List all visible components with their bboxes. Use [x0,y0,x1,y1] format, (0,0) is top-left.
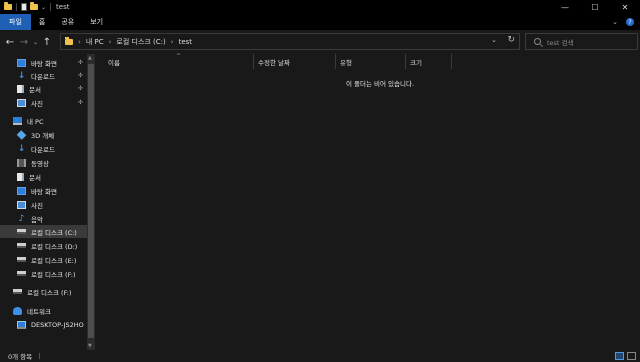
search-icon [534,38,541,45]
column-divider[interactable] [253,54,254,69]
recent-locations-button[interactable]: ⌄ [31,35,40,49]
breadcrumb-local-disk-c[interactable]: 로컬 디스크 (C:) [116,37,165,47]
sidebar-item-music[interactable]: ♪ 음악 [0,212,87,225]
sidebar-item-documents-pinned[interactable]: 문서 ✢ [0,82,87,95]
search-placeholder: test 검색 [547,38,574,47]
maximize-button[interactable]: ☐ [580,0,610,14]
close-button[interactable]: ✕ [610,0,640,14]
sidebar-item-pictures-pinned[interactable]: 사진 ✢ [0,96,87,109]
back-button[interactable]: ← [3,35,17,49]
sidebar-item-desktop[interactable]: 바탕 화면 [0,184,87,197]
document-icon [17,172,24,181]
item-count: 0개 항목 [8,353,33,361]
column-header-type[interactable]: 유형 [340,54,404,69]
properties-icon[interactable] [21,3,27,11]
pin-icon: ✢ [77,59,83,66]
3d-objects-icon [16,129,27,140]
sidebar-item-local-disk-f[interactable]: 로컬 디스크 (F:) [0,267,87,280]
document-icon [17,84,24,93]
navigation-pane: 바탕 화면 ✢ ↓ 다운로드 ✢ 문서 ✢ 사진 ✢ 내 PC 3D 개체 ↓ … [0,54,95,350]
navigation-bar: ← → ⌄ ↑ › 내 PC › 로컬 디스크 (C:) › test ⌄ ↻ … [0,30,640,54]
sidebar-item-local-disk-e[interactable]: 로컬 디스크 (E:) [0,253,87,266]
video-icon [17,158,26,167]
picture-icon [17,98,26,107]
picture-icon [17,200,26,209]
sidebar-item-network[interactable]: 네트워크 [0,304,87,317]
quick-access-toolbar: ⌄ [0,2,52,11]
pin-icon: ✢ [77,85,83,92]
search-input[interactable]: test 검색 [525,33,638,50]
scrollbar-thumb[interactable] [88,64,94,338]
status-bar: 0개 항목 | [0,350,640,362]
pin-icon: ✢ [77,72,83,79]
details-view-button[interactable] [615,352,624,360]
new-folder-icon[interactable] [30,2,38,10]
sidebar-item-pictures[interactable]: 사진 [0,198,87,211]
sidebar-item-downloads[interactable]: ↓ 다운로드 [0,142,87,155]
help-icon[interactable]: ? [626,18,634,26]
download-icon: ↓ [17,143,26,154]
drive-icon [17,257,26,262]
up-button[interactable]: ↑ [40,35,54,49]
tab-view[interactable]: 보기 [82,14,111,30]
sidebar-item-documents[interactable]: 문서 [0,170,87,183]
sidebar-item-drive-f[interactable]: 로컬 디스크 (F:) [0,285,87,298]
drive-icon [13,289,22,294]
breadcrumb-test[interactable]: test [179,38,192,46]
refresh-icon[interactable]: ↻ [507,35,515,45]
desktop-icon [17,58,26,67]
column-divider[interactable] [405,54,406,69]
empty-folder-message: 이 폴더는 비어 있습니다. [345,80,415,88]
forward-button[interactable]: → [17,35,31,49]
scroll-down-icon[interactable]: ▼ [88,343,92,349]
sidebar-item-downloads-pinned[interactable]: ↓ 다운로드 ✢ [0,69,87,82]
column-divider[interactable] [335,54,336,69]
sidebar-item-local-disk-c[interactable]: 로컬 디스크 (C:) [0,225,87,238]
tab-home[interactable]: 홈 [31,14,53,30]
pc-icon [13,116,22,125]
ribbon-tabs: 파일 홈 공유 보기 ⌄ ? [0,14,640,30]
expand-ribbon-icon[interactable]: ⌄ [612,18,618,26]
desktop-icon [17,186,26,195]
drive-icon [17,271,26,276]
column-header-size[interactable]: 크기 [410,54,450,69]
window-controls: — ☐ ✕ [550,0,640,14]
network-icon [13,306,22,315]
folder-icon [65,36,73,45]
sidebar-item-local-disk-d[interactable]: 로컬 디스크 (D:) [0,239,87,252]
scroll-up-icon[interactable]: ▲ [88,55,92,61]
sidebar-item-this-pc[interactable]: 내 PC [0,114,87,127]
computer-icon [17,320,26,329]
customize-toolbar-icon[interactable]: ⌄ [41,4,46,11]
title-bar: ⌄ test — ☐ ✕ [0,0,640,14]
status-separator: | [38,352,41,360]
breadcrumb-this-pc[interactable]: 내 PC [86,37,104,47]
download-icon: ↓ [17,70,26,81]
folder-icon [4,2,12,10]
music-icon: ♪ [18,213,25,224]
column-header-name[interactable]: 이름 [108,54,254,69]
sidebar-item-network-computer[interactable]: DESKTOP-JS2HO [0,318,87,331]
tab-share[interactable]: 공유 [53,14,82,30]
tab-file[interactable]: 파일 [0,14,31,30]
sidebar-item-3d-objects[interactable]: 3D 개체 [0,128,87,141]
address-bar[interactable]: › 내 PC › 로컬 디스크 (C:) › test ⌄ ↻ [60,33,520,50]
nav-scrollbar[interactable]: ▲ ▼ [87,54,95,350]
drive-icon [17,243,26,248]
large-icons-view-button[interactable] [627,352,636,360]
address-dropdown-icon[interactable]: ⌄ [491,36,497,44]
pin-icon: ✢ [77,99,83,106]
column-header-date-modified[interactable]: 수정한 날짜 [258,54,334,69]
minimize-button[interactable]: — [550,0,580,14]
drive-icon [17,229,26,234]
window-title: test [56,3,70,11]
sidebar-item-desktop-pinned[interactable]: 바탕 화면 ✢ [0,56,87,69]
sidebar-item-videos[interactable]: 동영상 [0,156,87,169]
column-divider[interactable] [451,54,452,69]
